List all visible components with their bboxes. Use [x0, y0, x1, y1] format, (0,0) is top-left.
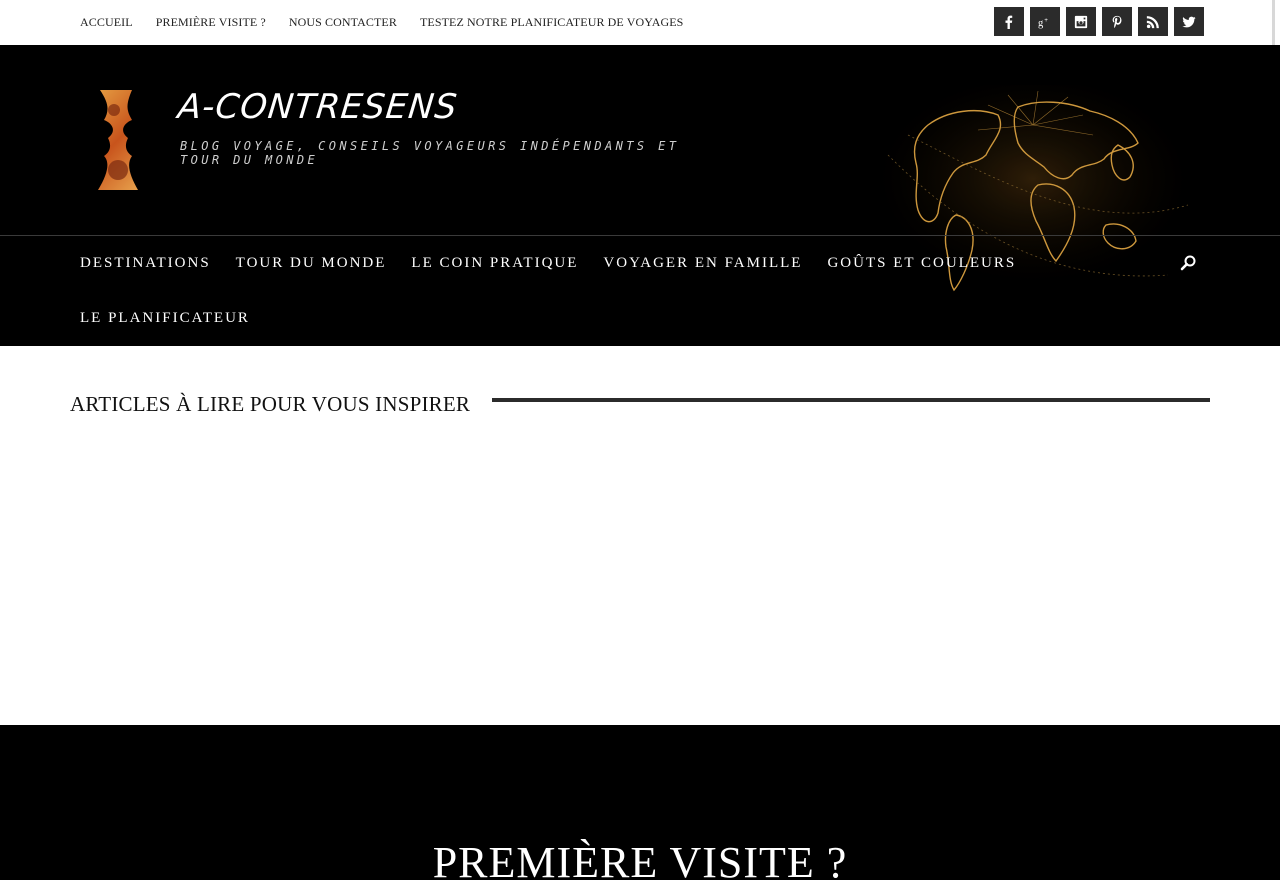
- search-icon[interactable]: [1178, 253, 1198, 273]
- topnav-planificateur[interactable]: TESTEZ NOTRE PLANIFICATEUR DE VOYAGES: [420, 15, 683, 30]
- nav-destinations[interactable]: DESTINATIONS: [80, 255, 211, 272]
- nav-le-planificateur[interactable]: LE PLANIFICATEUR: [80, 310, 250, 327]
- premiere-visite-band: PREMIÈRE VISITE ?: [0, 725, 1280, 880]
- facebook-button[interactable]: [994, 7, 1024, 36]
- nav-le-coin-pratique[interactable]: LE COIN PRATIQUE: [411, 255, 578, 272]
- nav-gouts-et-couleurs[interactable]: GOÛTS ET COULEURS: [827, 255, 1016, 272]
- twitter-icon: [1182, 16, 1196, 27]
- svg-text:g: g: [1038, 18, 1044, 29]
- pinterest-button[interactable]: [1102, 7, 1132, 36]
- section-rule: [492, 398, 1210, 402]
- top-bar: ACCUEIL PREMIÈRE VISITE ? NOUS CONTACTER…: [0, 0, 1280, 45]
- site-tagline: BLOG VOYAGE, CONSEILS VOYAGEURS INDÉPEND…: [180, 139, 680, 167]
- social-links: g +: [994, 7, 1204, 36]
- google-plus-button[interactable]: g +: [1030, 7, 1060, 36]
- topnav-premiere-visite[interactable]: PREMIÈRE VISITE ?: [156, 15, 266, 30]
- top-navigation: ACCUEIL PREMIÈRE VISITE ? NOUS CONTACTER…: [80, 0, 706, 45]
- articles-section-heading: ARTICLES À LIRE POUR VOUS INSPIRER: [70, 392, 1210, 422]
- site-logo[interactable]: [70, 90, 166, 190]
- site-title[interactable]: A-CONTRESENS: [176, 87, 460, 127]
- svg-text:+: +: [1044, 17, 1048, 24]
- rss-button[interactable]: [1138, 7, 1168, 36]
- google-plus-icon: g +: [1038, 17, 1048, 29]
- scrollbar[interactable]: [1272, 0, 1275, 45]
- twitter-button[interactable]: [1174, 7, 1204, 36]
- rss-icon: [1146, 15, 1159, 28]
- section-title: ARTICLES À LIRE POUR VOUS INSPIRER: [70, 392, 471, 416]
- band-title: PREMIÈRE VISITE ?: [432, 838, 848, 880]
- site-header: A-CONTRESENS BLOG VOYAGE, CONSEILS VOYAG…: [0, 45, 1280, 346]
- instagram-button[interactable]: [1066, 7, 1096, 36]
- facebook-icon: [1005, 15, 1013, 29]
- topnav-nous-contacter[interactable]: NOUS CONTACTER: [289, 15, 397, 30]
- pinterest-icon: [1112, 15, 1122, 28]
- nav-tour-du-monde[interactable]: TOUR DU MONDE: [236, 255, 387, 272]
- instagram-icon: [1074, 15, 1088, 28]
- nav-voyager-en-famille[interactable]: VOYAGER EN FAMILLE: [603, 255, 802, 272]
- main-navigation: DESTINATIONS TOUR DU MONDE LE COIN PRATI…: [80, 236, 1180, 346]
- topnav-accueil[interactable]: ACCUEIL: [80, 15, 133, 30]
